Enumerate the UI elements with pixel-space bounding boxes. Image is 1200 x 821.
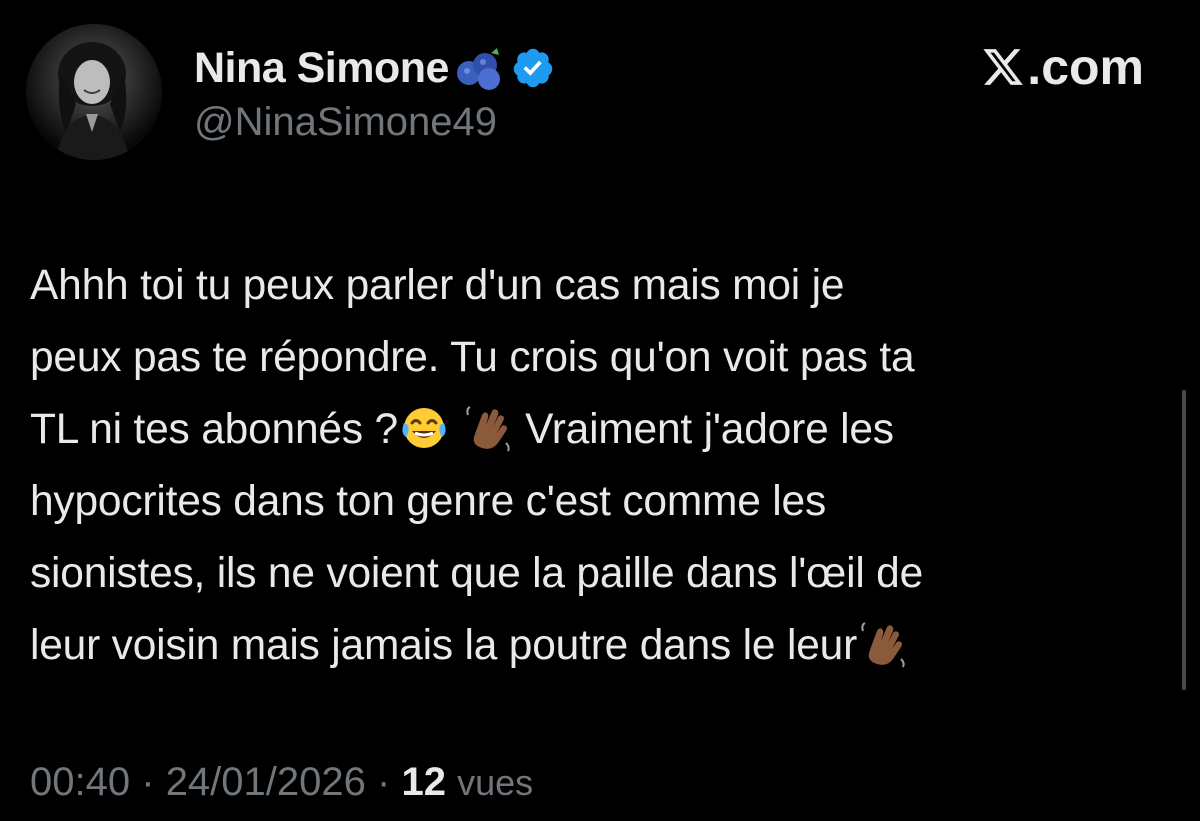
tears-of-joy-emoji-icon (398, 401, 450, 453)
tweet-line: peux pas te répondre. Tu crois qu'on voi… (30, 334, 915, 381)
avatar-portrait-icon (26, 24, 162, 160)
tweet-text: Ahhh toi tu peux parler d'un cas mais mo… (30, 250, 1175, 682)
views-label: vues (457, 762, 534, 803)
tweet-line: TL ni tes abonnés ? Vraiment j'adore les (30, 394, 1175, 466)
brand-label: .com (1027, 39, 1144, 95)
views-count[interactable]: 12 (401, 760, 446, 804)
brand-watermark: .com (981, 38, 1144, 96)
display-name[interactable]: Nina Simone (194, 44, 449, 93)
tweet-card: Nina Simone @NinaSimone49 .com Ahhh toi … (0, 0, 1200, 821)
tweet-date[interactable]: 24/01/2026 (166, 760, 366, 804)
tweet-line-text: Vraiment j'adore les (525, 406, 894, 453)
waving-hand-emoji-icon (857, 617, 909, 669)
avatar[interactable] (26, 24, 162, 160)
tweet-line: sionistes, ils ne voient que la paille d… (30, 550, 924, 597)
blueberries-emoji-icon (455, 45, 507, 91)
author-name-row[interactable]: Nina Simone (194, 40, 555, 96)
tweet-line: leur voisin mais jamais la poutre dans l… (30, 610, 1175, 682)
tweet-meta: 00:40 · 24/01/2026 · 12 vues (30, 760, 533, 805)
tweet-time[interactable]: 00:40 (30, 760, 130, 804)
x-logo-icon (981, 44, 1025, 90)
meta-separator: · (377, 760, 391, 804)
tweet-line-text: leur voisin mais jamais la poutre dans l… (30, 622, 858, 669)
author-handle[interactable]: @NinaSimone49 (194, 100, 497, 145)
meta-separator: · (141, 760, 155, 804)
tweet-line: Ahhh toi tu peux parler d'un cas mais mo… (30, 262, 845, 309)
tweet-line: hypocrites dans ton genre c'est comme le… (30, 478, 827, 525)
waving-hand-emoji-icon (462, 401, 514, 453)
scrollbar[interactable] (1182, 390, 1186, 690)
verified-badge-icon[interactable] (511, 46, 555, 90)
tweet-line-text: TL ni tes abonnés ? (30, 406, 398, 453)
